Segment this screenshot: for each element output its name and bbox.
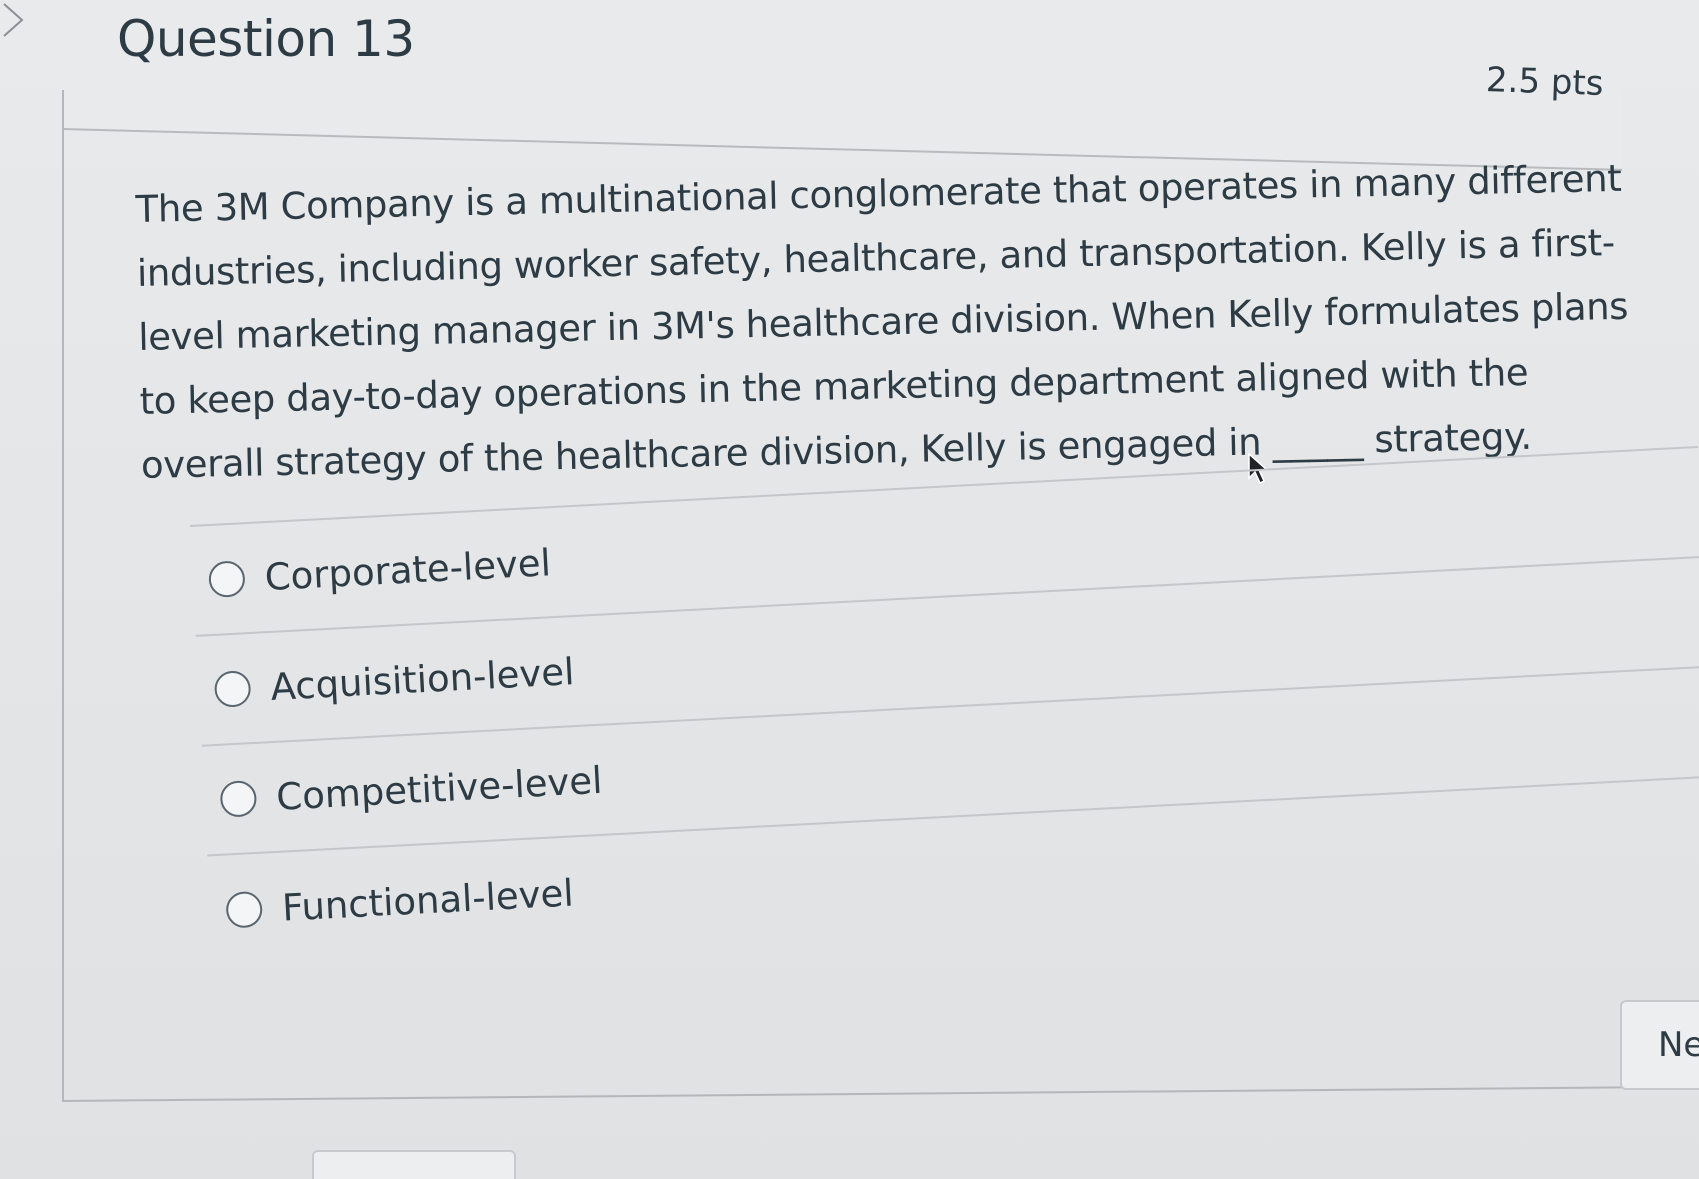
- radio-button[interactable]: [207, 560, 246, 599]
- answer-label: Acquisition-level: [269, 649, 576, 709]
- radio-button[interactable]: [219, 779, 258, 818]
- answer-label: Corporate-level: [263, 540, 552, 599]
- radio-button[interactable]: [225, 890, 264, 929]
- answer-label: Competitive-level: [275, 758, 604, 819]
- chevron-right-icon[interactable]: [0, 0, 28, 40]
- radio-button[interactable]: [213, 670, 252, 708]
- answer-list: Corporate-level Acquisition-level Compet…: [190, 445, 1699, 966]
- question-text: The 3M Company is a multinational conglo…: [135, 156, 1629, 487]
- bottom-button[interactable]: [312, 1150, 516, 1179]
- quiz-page: Question 13 2.5 pts The 3M Company is a …: [0, 0, 1699, 1179]
- next-button[interactable]: Ne: [1620, 1000, 1699, 1090]
- question-points: 2.5 pts: [1485, 59, 1605, 105]
- question-title: Question 13: [117, 10, 415, 68]
- answer-label: Functional-level: [281, 870, 575, 930]
